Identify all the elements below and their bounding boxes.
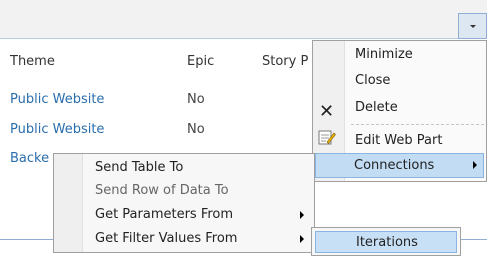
menu-item-send-row-of-data-to[interactable]: Send Row of Data To <box>95 183 229 198</box>
menu-item-edit-web-part[interactable]: Edit Web Part <box>355 133 442 148</box>
close-x-icon: ✕ <box>319 101 335 122</box>
menu-item-close[interactable]: Close <box>355 73 390 88</box>
web-part-menu: Minimize Close ✕ Delete Edit Web Part Co… <box>312 40 487 182</box>
edit-web-part-icon <box>318 128 336 150</box>
menu-item-minimize[interactable]: Minimize <box>355 47 413 62</box>
column-header-story[interactable]: Story P <box>262 54 308 69</box>
menu-item-connections-label: Connections <box>354 158 435 173</box>
menu-item-send-table-to[interactable]: Send Table To <box>95 160 183 175</box>
chevron-down-icon <box>470 25 476 28</box>
menu-separator <box>351 124 484 125</box>
connections-menu: Send Table To Send Row of Data To Get Pa… <box>53 153 315 253</box>
submenu-arrow-icon <box>473 161 477 169</box>
menu-item-get-filter-values-from[interactable]: Get Filter Values From <box>95 231 237 246</box>
menu-item-iterations-label: Iterations <box>356 235 418 250</box>
column-header-epic[interactable]: Epic <box>187 54 214 69</box>
menu-item-connections[interactable]: Connections <box>315 153 484 178</box>
submenu-arrow-icon <box>300 235 304 243</box>
menu-item-delete[interactable]: Delete <box>355 100 398 115</box>
column-header-theme[interactable]: Theme <box>10 54 55 69</box>
filter-values-submenu: Iterations <box>311 227 461 256</box>
web-part-menu-button[interactable] <box>458 13 487 39</box>
menu-item-get-parameters-from[interactable]: Get Parameters From <box>95 207 233 222</box>
menu-item-iterations[interactable]: Iterations <box>315 231 457 253</box>
table-row-3-theme-link[interactable]: Backe <box>10 151 49 166</box>
submenu-arrow-icon <box>300 211 304 219</box>
table-row-1-theme-link[interactable]: Public Website <box>10 92 104 107</box>
table-row-1-epic: No <box>187 92 205 107</box>
menu-icon-column <box>54 154 83 252</box>
web-part-title-bar <box>0 0 487 39</box>
table-row-2-theme-link[interactable]: Public Website <box>10 122 104 137</box>
table-row-2-epic: No <box>187 122 205 137</box>
